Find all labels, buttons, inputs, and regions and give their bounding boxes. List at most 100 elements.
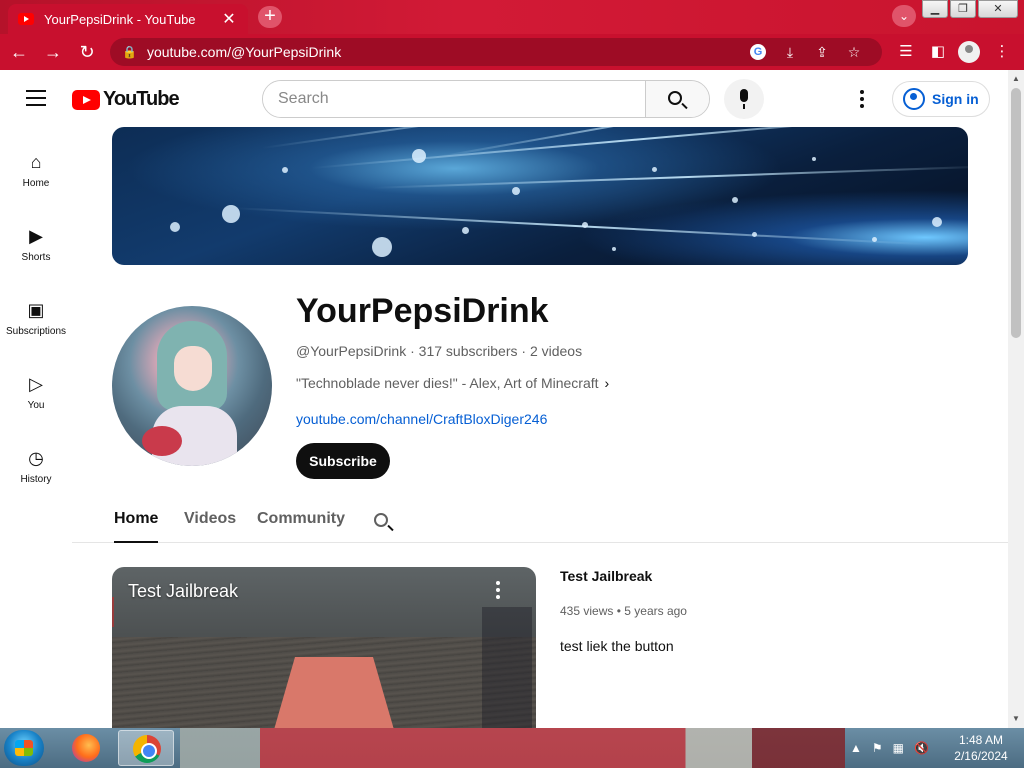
address-bar[interactable]: 🔒 youtube.com/@YourPepsiDrink G ⤓ ⇪ ☆ <box>110 38 882 66</box>
taskbar-window-thumbnails[interactable] <box>180 728 845 768</box>
minimize-button[interactable]: ▁ <box>922 0 948 18</box>
restore-button[interactable]: ❐ <box>950 0 976 18</box>
you-library-icon: ▷ <box>29 373 43 394</box>
sidebar-item-label: You <box>27 400 45 411</box>
close-window-button[interactable]: ✕ <box>978 0 1018 18</box>
clock-time: 1:48 AM <box>958 733 1004 747</box>
sidebar-item-you[interactable]: ▷ You <box>0 362 72 436</box>
banner-light-streak <box>371 165 968 189</box>
share-icon[interactable]: ⇪ <box>806 44 838 61</box>
banner-bokeh-dot <box>752 232 757 237</box>
sidebar-item-home[interactable]: ⌂ Home <box>0 140 72 214</box>
settings-kebab-icon[interactable] <box>860 90 866 111</box>
taskbar-clock[interactable]: 1:48 AM 2/16/2024 <box>948 732 1014 764</box>
tray-expand-icon[interactable]: ▲ <box>850 741 862 755</box>
channel-description[interactable]: "Technoblade never dies!" - Alex, Art of… <box>296 375 609 391</box>
channel-external-link[interactable]: youtube.com/channel/CraftBloxDiger246 <box>296 411 547 427</box>
banner-light-streak <box>311 127 960 169</box>
system-tray: ▲ ⚑ ▦ 🔇 <box>850 728 939 768</box>
hamburger-menu-icon[interactable] <box>26 90 46 106</box>
more-chevron-icon[interactable]: › <box>604 375 609 391</box>
network-icon[interactable]: ▦ <box>893 741 904 755</box>
lock-icon[interactable]: 🔒 <box>122 45 137 59</box>
banner-bokeh-dot <box>372 237 392 257</box>
banner-light-streak <box>431 127 925 159</box>
youtube-page: YouTube Sign in ⌂ Home ▶ Shorts ▣ Subscr… <box>0 70 1008 728</box>
sign-in-button[interactable]: Sign in <box>892 81 990 117</box>
sidebar-item-subscriptions[interactable]: ▣ Subscriptions <box>0 288 72 362</box>
search-input[interactable] <box>263 81 645 117</box>
tab-home[interactable]: Home <box>114 510 159 543</box>
youtube-favicon-icon <box>18 13 34 25</box>
windows-start-button[interactable] <box>4 730 44 766</box>
banner-bokeh-dot <box>812 157 816 161</box>
banner-bokeh-dot <box>652 167 657 172</box>
youtube-logo[interactable]: YouTube <box>72 88 180 111</box>
sign-in-label: Sign in <box>932 91 979 107</box>
featured-video-meta: 435 views • 5 years ago <box>560 604 687 618</box>
banner-bokeh-dot <box>222 205 240 223</box>
banner-bokeh-dot <box>872 237 877 242</box>
youtube-play-icon <box>72 89 100 110</box>
window-controls: ▁ ❐ ✕ <box>920 0 1018 18</box>
tab-search-chevron-icon[interactable]: ⌄ <box>892 5 916 27</box>
reading-list-icon[interactable]: ☰ <box>890 34 922 70</box>
action-center-flag-icon[interactable]: ⚑ <box>872 741 883 755</box>
new-tab-button[interactable]: + <box>258 6 282 28</box>
channel-handle: @YourPepsiDrink <box>296 343 407 359</box>
taskbar-chrome[interactable] <box>118 730 174 766</box>
scroll-up-arrow-icon[interactable]: ▲ <box>1008 72 1024 86</box>
taskbar-firefox[interactable] <box>58 730 114 766</box>
url-text[interactable]: youtube.com/@YourPepsiDrink <box>147 44 742 60</box>
scrollbar-thumb[interactable] <box>1011 88 1021 338</box>
search-icon <box>374 513 388 527</box>
banner-bokeh-dot <box>282 167 288 173</box>
channel-avatar <box>112 306 272 466</box>
search-button[interactable] <box>645 81 709 117</box>
scroll-down-arrow-icon[interactable]: ▼ <box>1008 712 1024 726</box>
meta-separator: · <box>410 343 415 359</box>
tab-community[interactable]: Community <box>257 510 345 543</box>
browser-menu-icon[interactable]: ⋮ <box>986 34 1018 70</box>
video-overlay-title[interactable]: Test Jailbreak <box>128 581 238 602</box>
tab-videos[interactable]: Videos <box>184 510 236 543</box>
upload-age: 5 years ago <box>624 604 687 618</box>
banner-bokeh-dot <box>170 222 180 232</box>
reload-icon[interactable]: ↻ <box>72 37 102 67</box>
chrome-icon <box>133 735 161 763</box>
subscriber-count: 317 subscribers <box>418 343 518 359</box>
browser-toolbar: ← → ↻ 🔒 youtube.com/@YourPepsiDrink G ⤓ … <box>0 34 1024 70</box>
youtube-wordmark: YouTube <box>103 88 180 110</box>
clock-date: 2/16/2024 <box>954 749 1008 763</box>
browser-tab-active[interactable]: YourPepsiDrink - YouTube ✕ <box>8 4 248 34</box>
profile-avatar-icon[interactable] <box>958 41 980 63</box>
voice-search-mic-icon[interactable] <box>724 79 764 119</box>
sidebar-item-history[interactable]: ◷ History <box>0 436 72 510</box>
view-count: 435 views <box>560 604 614 618</box>
install-app-icon[interactable]: ⤓ <box>774 44 806 61</box>
side-panel-icon[interactable]: ◧ <box>922 34 954 70</box>
banner-bokeh-dot <box>732 197 738 203</box>
channel-banner <box>112 127 968 265</box>
forward-arrow-icon[interactable]: → <box>38 37 68 67</box>
video-more-kebab-icon[interactable] <box>496 581 502 602</box>
google-lens-icon[interactable]: G <box>750 44 766 60</box>
banner-bokeh-dot <box>582 222 588 228</box>
tab-close-icon[interactable]: ✕ <box>220 9 238 29</box>
meta-separator: · <box>521 343 527 359</box>
volume-muted-icon[interactable]: 🔇 <box>914 741 929 755</box>
meta-bullet: • <box>616 604 621 618</box>
firefox-icon <box>72 734 100 762</box>
bookmark-star-icon[interactable]: ☆ <box>838 44 870 61</box>
channel-description-text: "Technoblade never dies!" - Alex, Art of… <box>296 375 599 391</box>
subscribe-button[interactable]: Subscribe <box>296 443 390 479</box>
page-scrollbar[interactable]: ▲ ▼ <box>1008 70 1024 728</box>
featured-video-title[interactable]: Test Jailbreak <box>560 568 652 584</box>
back-arrow-icon[interactable]: ← <box>4 37 34 67</box>
banner-bokeh-dot <box>612 247 616 251</box>
featured-video-player[interactable]: Test Jailbreak <box>112 567 536 728</box>
banner-bokeh-dot <box>412 149 426 163</box>
sidebar-item-shorts[interactable]: ▶ Shorts <box>0 214 72 288</box>
channel-tabs: Home Videos Community <box>72 502 1008 543</box>
home-icon: ⌂ <box>30 151 42 172</box>
